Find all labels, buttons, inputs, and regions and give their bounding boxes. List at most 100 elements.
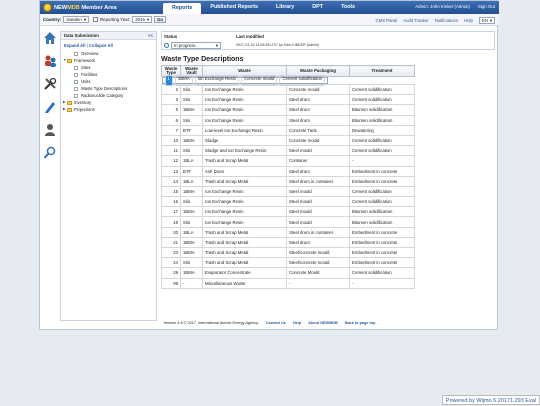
cell-waste[interactable]: Low-level Ion Exchange Resin (202, 124, 287, 136)
cell-waste-packaging[interactable]: Steel drum (286, 114, 350, 126)
footer-link-contact[interactable]: Contact Us (266, 321, 286, 325)
nav-published-reports[interactable]: Published Reports (201, 2, 267, 13)
cell-waste[interactable]: Ion Exchange Resin (202, 114, 287, 126)
cell-waste-packaging[interactable]: Steel drum (286, 94, 350, 106)
language-select[interactable]: EN ▾ (478, 17, 495, 24)
cell-waste-packaging[interactable]: - (286, 277, 350, 289)
cell-waste[interactable]: Ion Exchange Resin (202, 83, 287, 96)
cell-waste[interactable]: Ion Exchange Resin (202, 104, 287, 116)
cell-waste-packaging[interactable]: Steel/concrete mould (286, 257, 350, 269)
cell-treatment[interactable]: Cement solidification (349, 196, 415, 208)
cell-treatment[interactable]: Embedment in concrete (349, 246, 415, 259)
cell-waste-vault[interactable]: 1BMA (180, 206, 203, 218)
cell-treatment[interactable]: Cement solidification (279, 75, 326, 86)
collapse-panel-button[interactable]: << (148, 32, 153, 40)
table-row[interactable]: 10 1BMA Sludge Concrete mould Cement solidif… (161, 134, 415, 147)
cell-waste-type[interactable]: 24 (161, 257, 181, 269)
cell-waste-type[interactable]: 5 (161, 104, 181, 116)
cell-treatment[interactable]: Cement solidification (349, 134, 415, 147)
cell-waste-vault[interactable]: Silo (180, 257, 203, 269)
table-row[interactable]: 1 1BMA Ion Exchange Resin Concrete mould Cem… (161, 75, 329, 86)
table-row[interactable]: 14 1BLA Trash and Scrap Metal Steel drum in… (161, 175, 415, 187)
cell-treatment[interactable]: Dewatering (349, 124, 415, 136)
cell-waste[interactable]: Ion Exchange Resin (202, 206, 287, 218)
audit-tracker-link[interactable]: Audit Tracker (403, 18, 428, 23)
cell-waste-vault[interactable]: Silo (180, 145, 203, 157)
table-row[interactable]: 7 BTF Low-level Ion Exchange Resin Concrete… (161, 124, 415, 136)
cell-treatment[interactable]: Cement solidification (349, 267, 415, 279)
table-row[interactable]: 3 Silo Ion Exchange Resin Steel drum Cement … (161, 94, 415, 106)
status-select[interactable]: In progress ▾ (171, 42, 221, 49)
cell-treatment[interactable]: Cement solidification (349, 145, 415, 157)
cell-waste[interactable]: Trash and Scrap Metal (202, 155, 287, 167)
go-button[interactable]: Go (154, 16, 166, 23)
app-logo[interactable]: NEWMDB Member Area (43, 3, 117, 12)
cell-waste[interactable]: Ion Exchange Resin (202, 94, 287, 106)
table-row[interactable]: 11 Silo Sludge and Ion Exchange Resin Steel… (161, 145, 415, 157)
cell-waste[interactable]: Ash Drum (202, 165, 287, 177)
notifications-link[interactable]: Notifications (435, 18, 458, 23)
cell-waste-type[interactable]: 11 (161, 145, 181, 157)
cell-waste[interactable]: Trash and Scrap Metal (202, 236, 287, 249)
cell-treatment[interactable]: Bitumen solidification (349, 114, 415, 126)
cell-waste-packaging[interactable]: Container (286, 155, 350, 167)
cell-waste[interactable]: Trash and Scrap Metal (202, 226, 287, 238)
cell-waste-packaging[interactable]: Steel drum (286, 165, 350, 177)
expand-all-link[interactable]: Expand All (64, 43, 85, 48)
cell-waste-type[interactable]: 21 (161, 236, 181, 249)
cell-treatment[interactable]: Bitumen solidification (349, 216, 415, 228)
cell-waste-packaging[interactable]: Steel mould (286, 145, 350, 157)
cell-waste[interactable]: Trash and Scrap Metal (202, 246, 287, 259)
cell-treatment[interactable]: - (349, 155, 415, 167)
cell-waste-packaging[interactable]: Steel mould (286, 206, 350, 218)
cell-waste-type[interactable]: 29 (161, 267, 181, 279)
cell-waste-type[interactable]: 2 (161, 83, 181, 96)
nav-dpt[interactable]: DPT (303, 2, 332, 13)
cell-waste-vault[interactable]: 1BLA (180, 175, 203, 187)
cell-waste-vault[interactable]: 1BMA (180, 104, 203, 116)
cell-treatment[interactable]: Bitumen solidification (349, 206, 415, 218)
tree-item[interactable]: Facilities (63, 71, 156, 78)
cell-waste-type[interactable]: 23 (161, 246, 181, 259)
col-header-treatment[interactable]: Treatment (349, 65, 415, 77)
tools-icon[interactable] (43, 77, 57, 91)
table-row[interactable]: 18 Silo Ion Exchange Resin Steel mould Bitum… (161, 216, 415, 228)
footer-link-about[interactable]: About NEWMDB (308, 321, 338, 325)
cell-waste-vault[interactable]: Silo (180, 83, 203, 96)
cell-treatment[interactable]: Cement solidification (349, 83, 415, 96)
cell-waste[interactable]: Trash and Scrap Metal (202, 257, 287, 269)
cell-waste[interactable]: Evaporator Concentrate (202, 267, 287, 279)
sign-out-link[interactable]: Sign Out (478, 4, 495, 9)
table-row[interactable]: 12 1BLA Trash and Scrap Metal Container - (161, 155, 415, 167)
cell-waste-packaging[interactable]: Concrete Tank (286, 124, 350, 136)
cell-waste-vault[interactable]: Silo (180, 216, 203, 228)
cell-waste-packaging[interactable]: Concrete mould (241, 75, 278, 86)
cell-waste[interactable]: Ion Exchange Resin (202, 216, 287, 228)
tree-item[interactable]: ▼ Framework (63, 57, 156, 64)
table-row[interactable]: 99- Miscellaneous Waste - - (161, 277, 415, 289)
cell-treatment[interactable]: Embedment in concrete (349, 236, 415, 249)
wijmo-eval-banner[interactable]: Powered by Wijmo 5.20171.293 Eval (441, 395, 540, 405)
cell-waste-type[interactable]: 10 (161, 134, 181, 147)
tree-item[interactable]: Overview (63, 50, 156, 57)
collapse-all-link[interactable]: Collapse All (89, 43, 113, 48)
cell-waste-vault[interactable]: 1BMA (180, 185, 203, 198)
cell-waste-vault[interactable]: 1BLA (180, 155, 203, 167)
cell-treatment[interactable]: Embedment in concrete (349, 257, 415, 269)
cell-waste[interactable]: Sludge and Ion Exchange Resin (202, 145, 287, 157)
tree-item[interactable]: Units (63, 78, 156, 85)
tree-item[interactable]: ▶ Projections (63, 106, 156, 113)
cell-waste-type[interactable]: 20 (161, 226, 181, 238)
cell-waste-packaging[interactable]: Concrete Mould (286, 267, 350, 279)
footer-link-help[interactable]: Help (293, 321, 301, 325)
country-select[interactable]: Sweden ▾ (63, 16, 89, 23)
table-row[interactable]: 20 1BLA Trash and Scrap Metal Steel drum in… (161, 226, 415, 238)
cell-waste-packaging[interactable]: Steel/concrete mould (286, 246, 350, 259)
cell-waste[interactable]: Sludge (202, 134, 287, 147)
tree-item[interactable]: ▶ Inventory (63, 99, 156, 106)
table-row[interactable]: 16 Silo Ion Exchange Resin Steel mould Cemen… (161, 196, 415, 208)
table-row[interactable]: 15 1BMA Ion Exchange Resin Steel mould Cemen… (161, 185, 415, 198)
cell-waste-vault[interactable]: 1BMA (180, 134, 203, 147)
cell-treatment[interactable]: - (349, 277, 415, 289)
cell-waste-packaging[interactable]: Steel drum (286, 236, 350, 249)
